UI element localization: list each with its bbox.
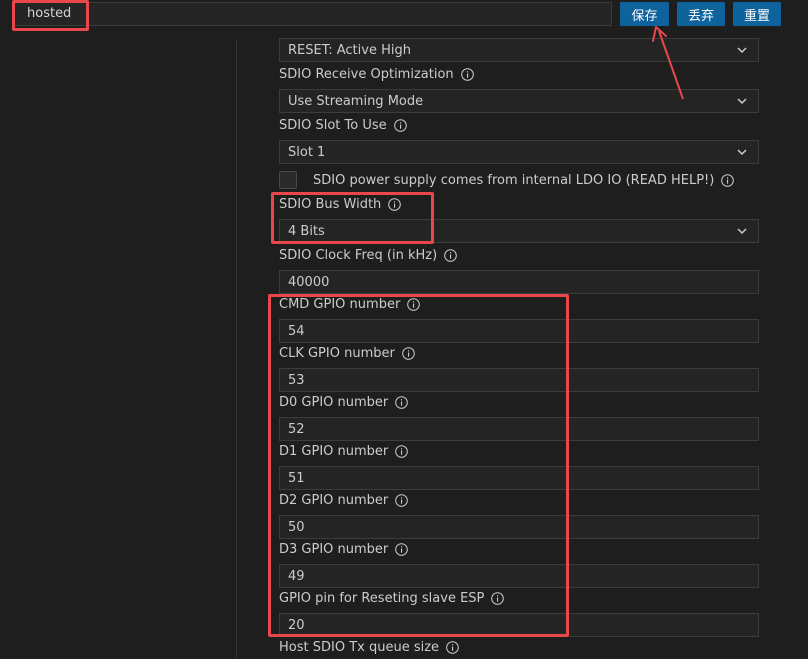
gpio-highlight-box <box>268 294 569 637</box>
rx-opt-label: SDIO Receive Optimization <box>279 65 474 83</box>
clock-input[interactable]: 40000 <box>279 270 759 294</box>
info-icon[interactable] <box>721 173 735 187</box>
reset-level-value: RESET: Active High <box>288 43 411 58</box>
chevron-down-icon <box>737 149 747 156</box>
info-icon[interactable] <box>446 640 459 654</box>
info-icon[interactable] <box>460 67 474 81</box>
save-button[interactable]: 保存 <box>620 2 669 26</box>
discard-button[interactable]: 丢弃 <box>677 2 725 26</box>
gutter-divider <box>236 40 237 659</box>
info-icon[interactable] <box>393 118 407 132</box>
clock-label: SDIO Clock Freq (in kHz) <box>279 246 457 264</box>
slot-select[interactable]: Slot 1 <box>279 140 759 164</box>
slot-value: Slot 1 <box>288 145 326 160</box>
reset-level-select[interactable]: RESET: Active High <box>279 38 759 62</box>
reset-button[interactable]: 重置 <box>733 2 781 26</box>
search-highlight-box <box>12 0 89 31</box>
chevron-down-icon <box>737 228 747 235</box>
info-icon[interactable] <box>444 248 457 262</box>
bus-width-highlight-box <box>271 192 434 244</box>
chevron-down-icon <box>737 47 747 54</box>
rx-opt-select[interactable]: Use Streaming Mode <box>279 89 759 113</box>
search-input[interactable]: hosted <box>14 2 612 26</box>
tx-queue-label: Host SDIO Tx queue size <box>279 638 459 656</box>
slot-label: SDIO Slot To Use <box>279 116 407 134</box>
chevron-down-icon <box>737 98 747 105</box>
rx-opt-value: Use Streaming Mode <box>288 94 424 109</box>
ldo-label: SDIO power supply comes from internal LD… <box>313 171 735 189</box>
ldo-checkbox[interactable] <box>279 171 297 189</box>
